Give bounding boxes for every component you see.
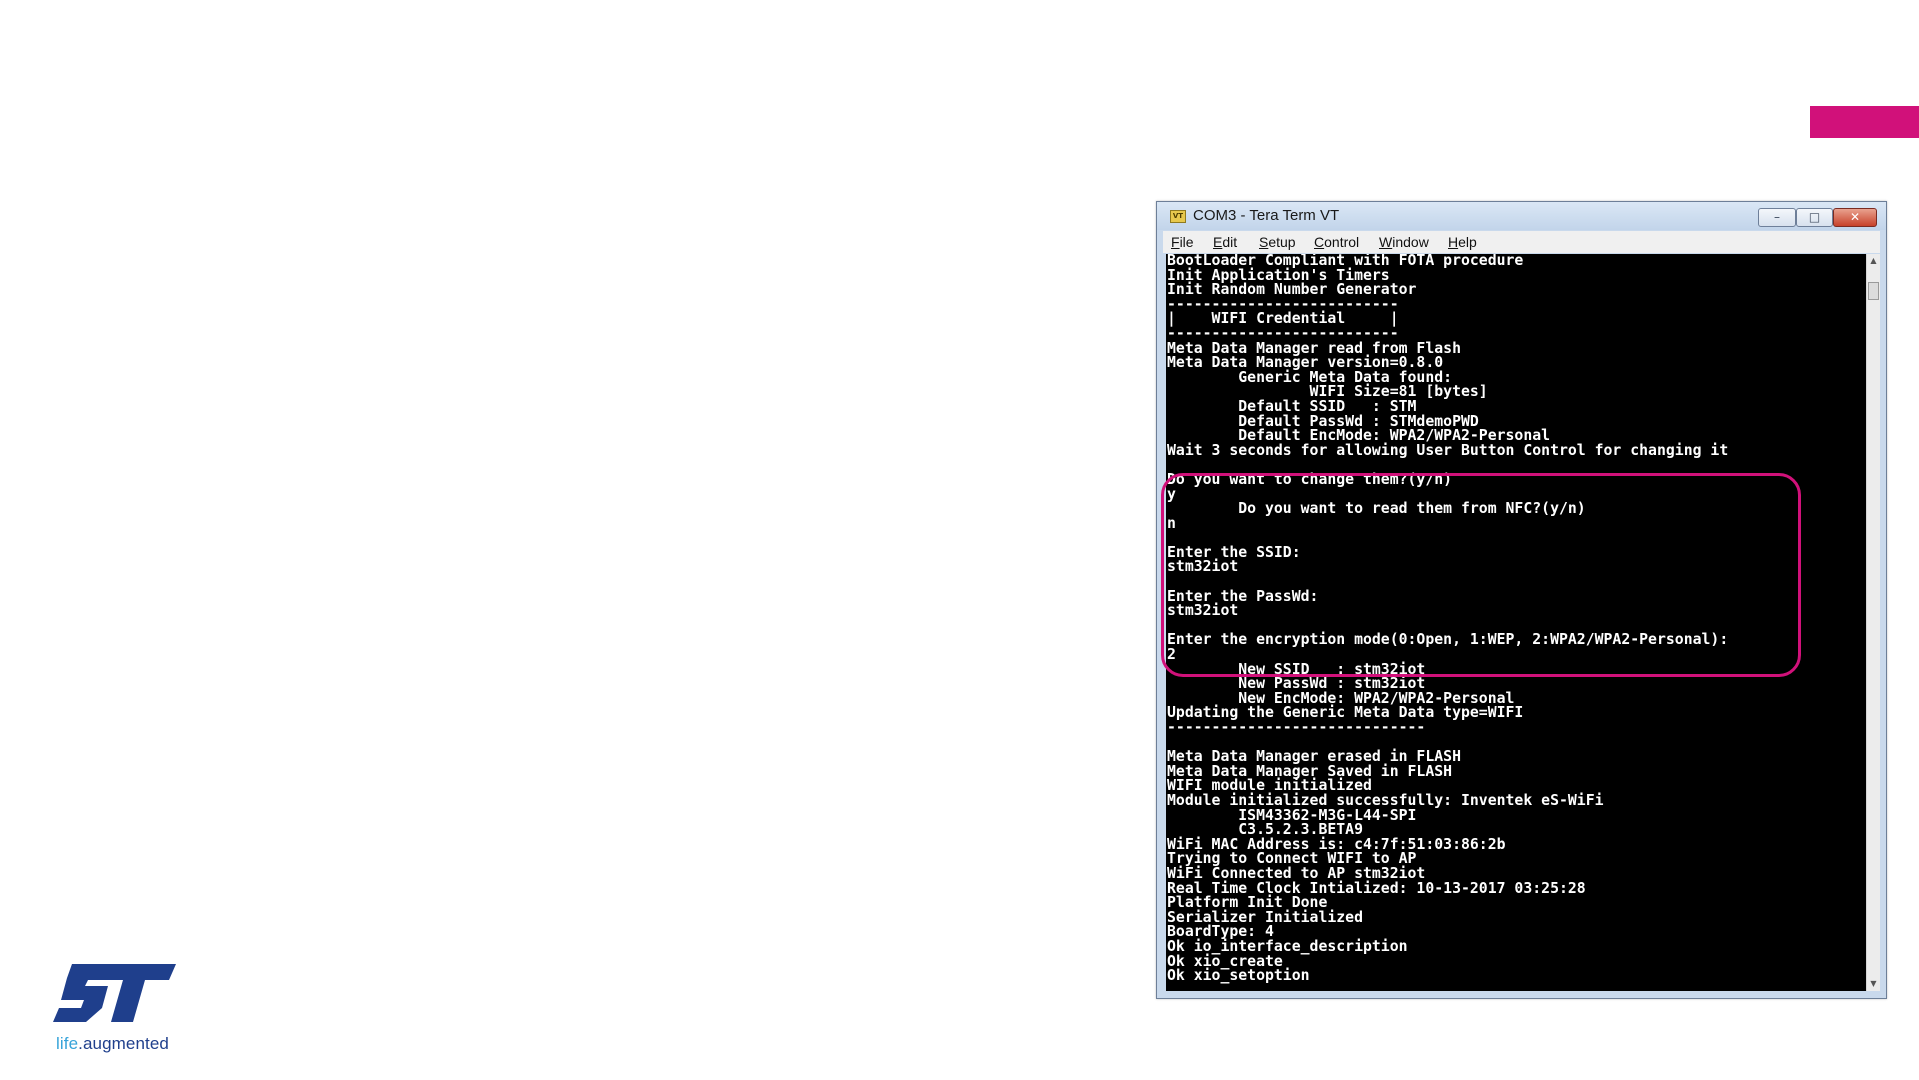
terminal-line: Enter the encryption mode(0:Open, 1:WEP,… [1167, 631, 1729, 649]
scroll-up-icon[interactable]: ▲ [1867, 254, 1880, 268]
terminal-line: stm32iot [1167, 602, 1239, 620]
terminal-line: stm32iot [1167, 558, 1239, 576]
st-logo-icon [53, 964, 176, 1022]
menu-help[interactable]: Help [1448, 234, 1477, 250]
terminal-line: Do you want to change them?(y/n) [1167, 470, 1453, 488]
menu-bar: File Edit Setup Control Window Help [1163, 231, 1880, 253]
terminal-line: Wait 3 seconds for allowing User Button … [1167, 441, 1729, 459]
logo-tagline: life.augmented [56, 1034, 169, 1053]
tera-term-window[interactable]: VT COM3 - Tera Term VT – □ ✕ File Edit S… [1156, 201, 1887, 999]
terminal-output: BootLoader Compliant with FOTA procedure… [1166, 254, 1866, 984]
menu-control[interactable]: Control [1314, 234, 1359, 250]
menu-edit[interactable]: Edit [1213, 234, 1237, 250]
maximize-button[interactable]: □ [1796, 208, 1833, 227]
terminal-screen[interactable]: BootLoader Compliant with FOTA procedure… [1166, 254, 1866, 991]
terminal-line: ----------------------------- [1167, 719, 1426, 736]
terminal-line: Do you want to read them from NFC?(y/n) [1167, 500, 1586, 518]
menu-file[interactable]: File [1171, 234, 1194, 250]
tera-term-app-icon: VT [1170, 210, 1186, 223]
window-title: COM3 - Tera Term VT [1193, 207, 1340, 224]
menu-setup[interactable]: Setup [1259, 234, 1296, 250]
minimize-button[interactable]: – [1758, 208, 1796, 227]
scrollbar-thumb[interactable] [1868, 282, 1879, 300]
terminal-line: Ok xio_setoption [1167, 967, 1310, 985]
vertical-scrollbar[interactable]: ▲ ▼ [1866, 254, 1880, 991]
close-button[interactable]: ✕ [1833, 208, 1877, 227]
scroll-down-icon[interactable]: ▼ [1867, 977, 1880, 991]
terminal-line: n [1167, 514, 1176, 532]
title-bar[interactable]: VT COM3 - Tera Term VT – □ ✕ [1157, 202, 1886, 230]
menu-window[interactable]: Window [1379, 234, 1429, 250]
accent-bar [1810, 106, 1919, 138]
st-logo: life.augmented [50, 962, 190, 1057]
